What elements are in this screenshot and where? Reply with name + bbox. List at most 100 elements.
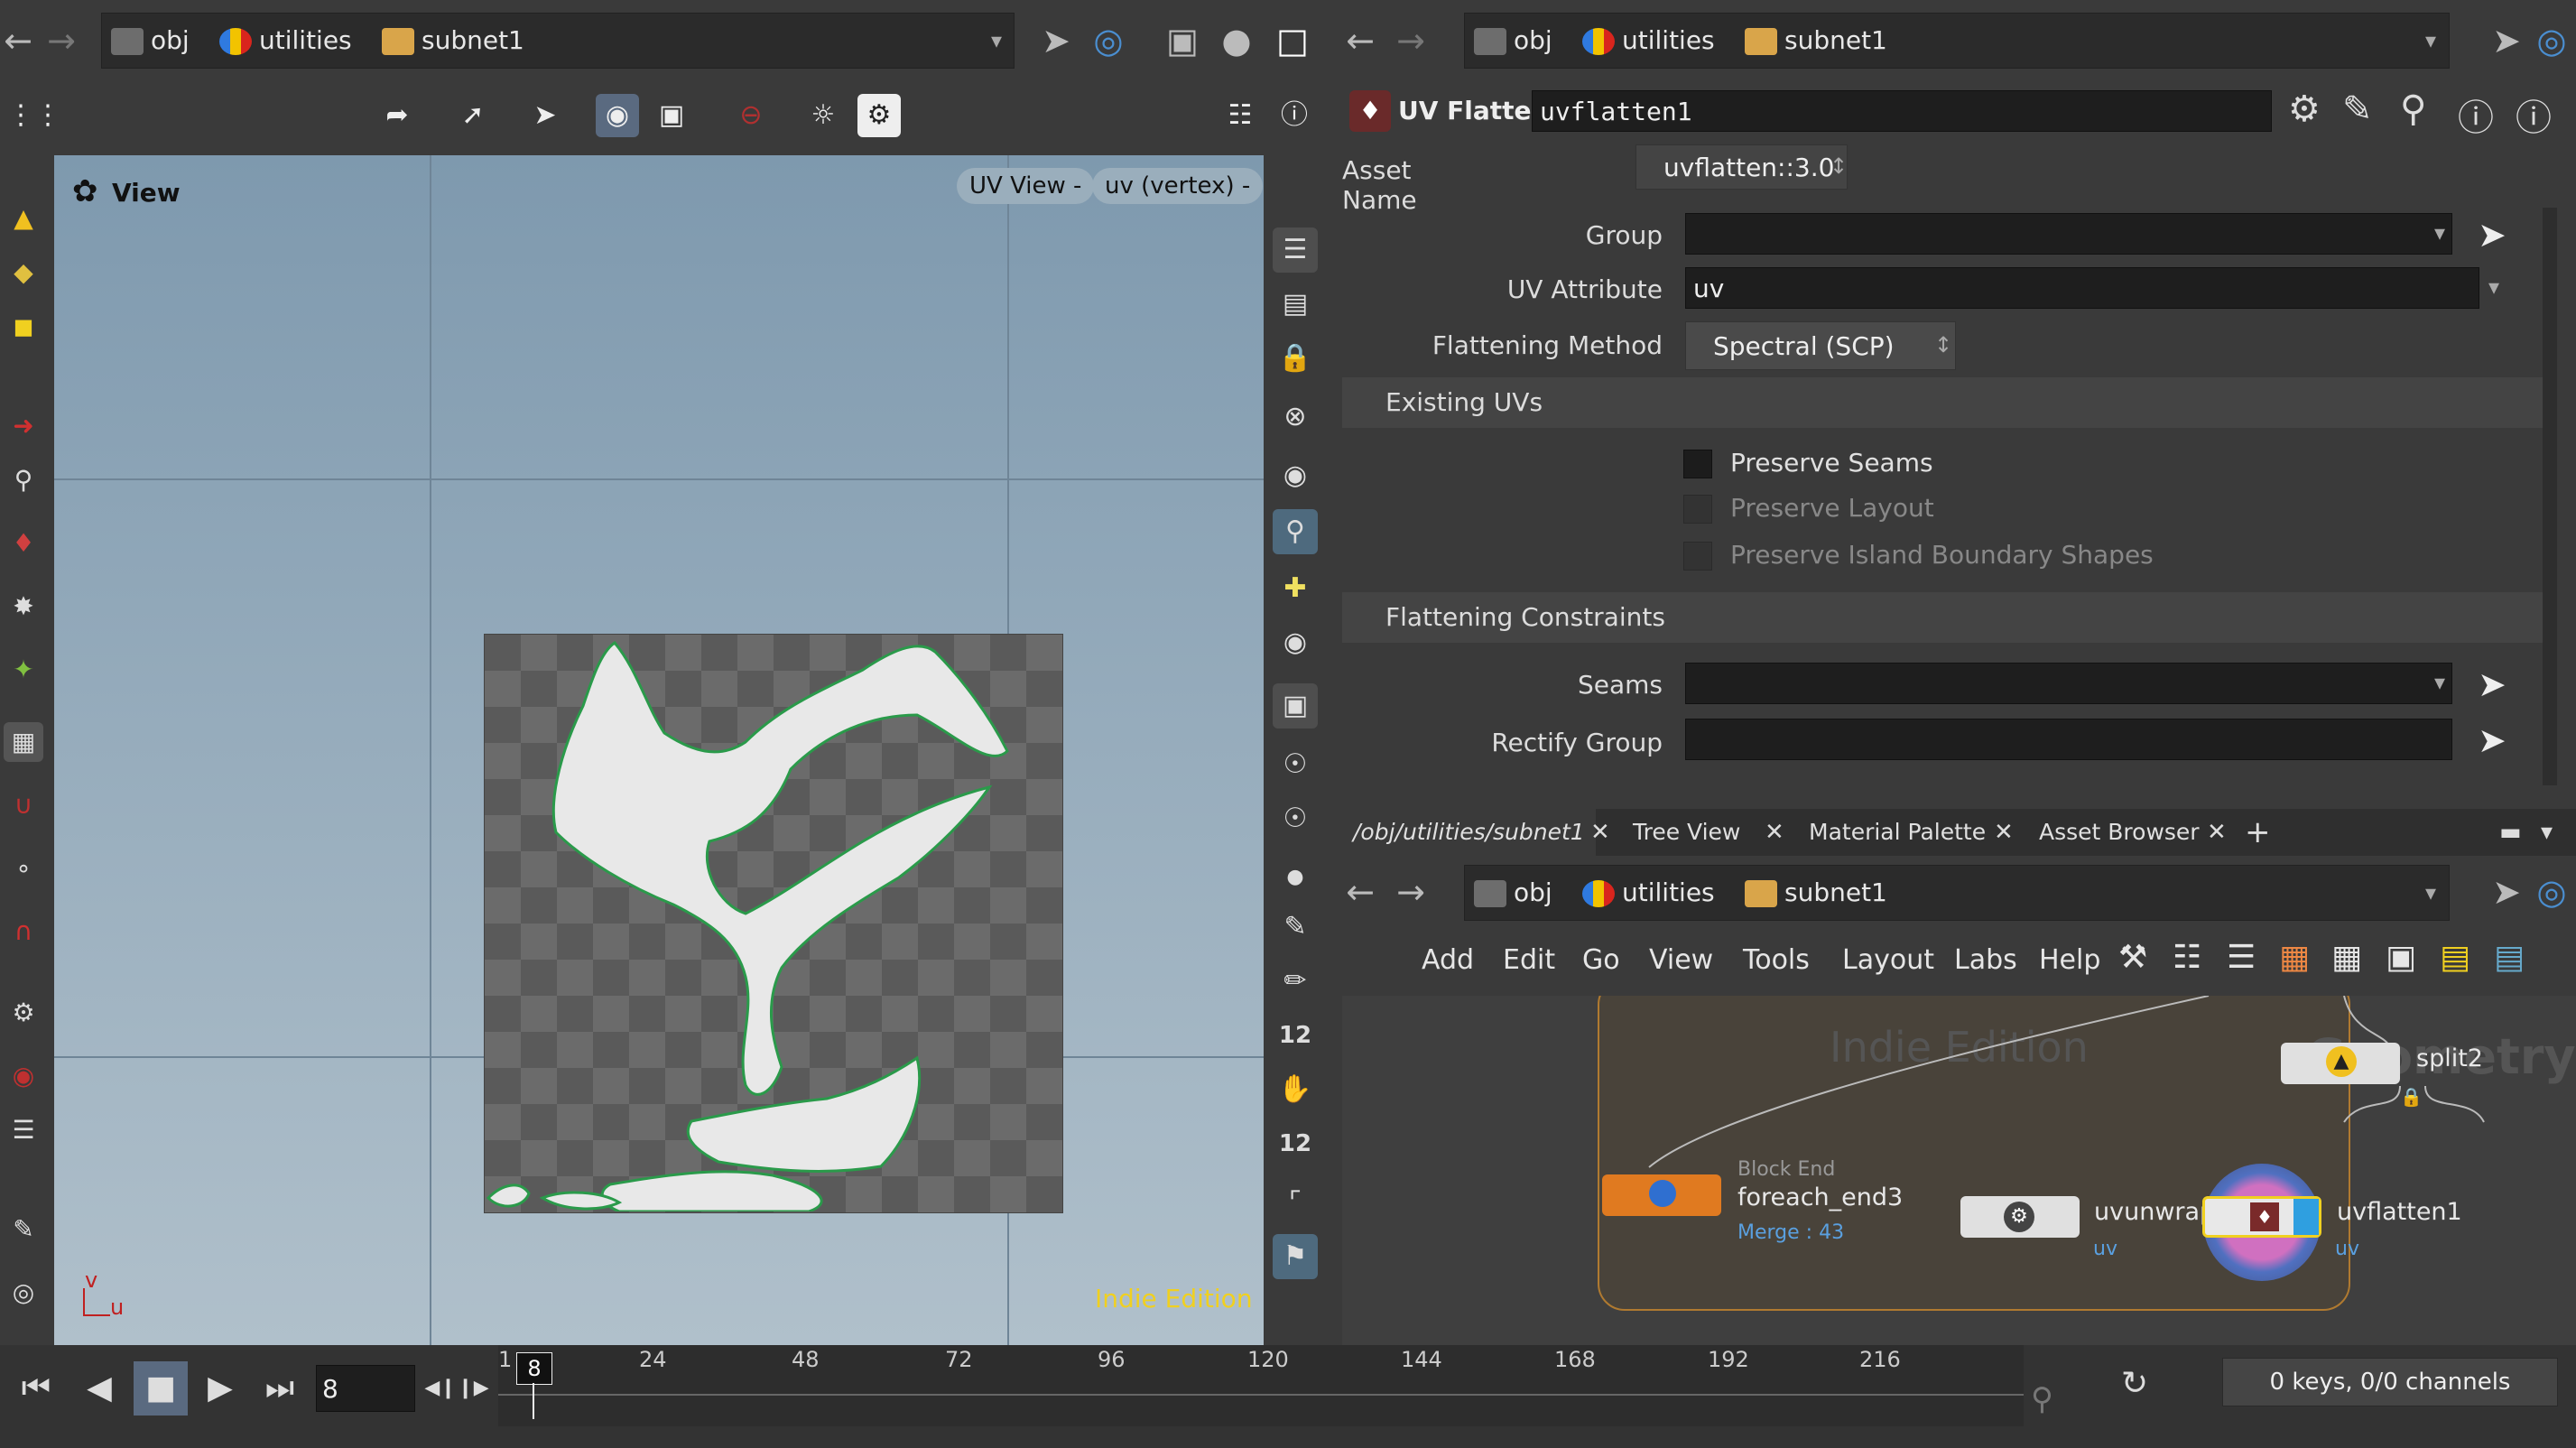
display-layers-icon[interactable]: ☰	[1273, 227, 1318, 273]
grid-view-icon[interactable]: ▦	[2331, 939, 2362, 976]
keys-channels-status[interactable]: 0 keys, 0/0 channels	[2222, 1358, 2558, 1406]
light-bulb-icon[interactable]: ⚲	[1273, 509, 1318, 554]
menu-edit[interactable]: Edit	[1503, 944, 1555, 976]
close-circle-icon[interactable]: ⊗	[1273, 394, 1318, 440]
param-scrollbar[interactable]	[2543, 208, 2557, 785]
color-palette-icon[interactable]: ▦	[2279, 939, 2310, 976]
menu-layout[interactable]: Layout	[1842, 944, 1934, 976]
tab-network-path[interactable]: /obj/utilities/subnet1	[1342, 809, 1596, 856]
menu-go[interactable]: Go	[1582, 944, 1620, 976]
close-tab-icon[interactable]: ✕	[2207, 809, 2227, 856]
select-prims-icon[interactable]: ◼	[4, 307, 43, 347]
flattening-method-menu[interactable]: Spectral (SCP)	[1685, 321, 1956, 370]
link-icon[interactable]: ◎	[2534, 23, 2570, 59]
tab-asset-browser[interactable]: Asset Browser	[2028, 809, 2210, 856]
jump-end-icon[interactable]: ⏭	[253, 1361, 307, 1416]
snap-magnet-icon[interactable]: ∩	[4, 912, 43, 951]
close-tab-icon[interactable]: ✕	[1765, 809, 1784, 856]
number-display-icon[interactable]: 12	[1273, 1013, 1318, 1058]
eye-icon[interactable]: ☉	[1273, 742, 1318, 787]
crumb-utilities[interactable]: utilities	[219, 14, 352, 68]
gear-tool-icon[interactable]: ⚙	[4, 993, 43, 1033]
pin-icon[interactable]: ➤	[1038, 23, 1074, 59]
flattening-method-spinner-icon[interactable]: ↕	[1934, 332, 1952, 357]
path-dropdown-icon[interactable]: ▾	[2425, 880, 2436, 905]
existing-uvs-section[interactable]: Existing UVs	[1342, 377, 2543, 428]
settings-icon[interactable]: ⚙	[857, 94, 901, 137]
help-icon[interactable]: ⓘ	[2516, 88, 2552, 141]
back-arrow-icon[interactable]: ←	[1342, 23, 1378, 59]
crumb-subnet[interactable]: subnet1	[1745, 14, 1887, 68]
wrench-icon[interactable]: ⚒	[2118, 939, 2147, 976]
eye-camera-icon[interactable]: ☉	[1273, 796, 1318, 841]
camera-icon[interactable]: ◉	[596, 94, 639, 137]
layers-icon[interactable]: ☰	[4, 1110, 43, 1150]
camera-roll-icon[interactable]: ◎	[4, 1273, 43, 1313]
close-tab-icon[interactable]: ✕	[1590, 809, 1610, 856]
tab-material-palette[interactable]: Material Palette	[1798, 809, 1997, 856]
list-icon[interactable]: ☰	[2227, 939, 2256, 976]
uv-map-icon[interactable]: ▤	[1273, 282, 1318, 327]
select-points-icon[interactable]: ▲	[4, 199, 43, 238]
sync-icon[interactable]: ↻	[2121, 1365, 2148, 1402]
link-icon[interactable]: ◎	[1090, 23, 1126, 59]
forward-arrow-icon[interactable]: →	[43, 23, 79, 59]
rectify-group-input[interactable]	[1685, 719, 2452, 760]
asset-name-spinner-icon[interactable]: ↕	[1830, 153, 1848, 179]
uv-viewport[interactable]: ✿ View UV View - uv (vertex) - Indie Edit…	[54, 155, 1264, 1345]
pane-menu-icon[interactable]: ▾	[2541, 809, 2553, 856]
users-icon[interactable]: ☷	[1219, 94, 1262, 137]
uv-edit-icon[interactable]: ▦	[4, 722, 43, 762]
pin-icon[interactable]: ➤	[2488, 23, 2525, 59]
snapshot-icon[interactable]: ▣	[650, 94, 693, 137]
pane-layout-icon[interactable]: ▬	[2499, 809, 2522, 856]
notes-icon[interactable]: ✎	[4, 1210, 43, 1249]
background-icon[interactable]: □	[1274, 23, 1311, 59]
network-box-icon[interactable]: ▣	[2386, 939, 2416, 976]
back-arrow-icon[interactable]: ←	[0, 23, 36, 59]
asset-name-menu[interactable]: uvflatten::3.0	[1635, 144, 1848, 190]
seams-dropdown-icon[interactable]: ▾	[2434, 670, 2445, 695]
group-input[interactable]	[1685, 213, 2452, 255]
uvflatten-node[interactable]: ♦	[2202, 1196, 2321, 1238]
gear-icon[interactable]: ⚙	[2288, 88, 2321, 130]
back-arrow-icon[interactable]: ←	[1342, 874, 1378, 910]
frame-step-back-icon[interactable]: ◀❙	[424, 1361, 457, 1416]
jump-start-icon[interactable]: ⏮	[9, 1361, 63, 1416]
play-button[interactable]: ▶	[193, 1361, 247, 1416]
rectify-select-arrow-icon[interactable]: ➤	[2478, 720, 2507, 760]
close-tab-icon[interactable]: ✕	[1994, 809, 2014, 856]
tree-icon[interactable]: ☷	[2173, 939, 2201, 976]
add-tab-icon[interactable]: +	[2245, 809, 2271, 856]
forward-arrow-icon[interactable]: →	[1393, 23, 1429, 59]
flattening-constraints-section[interactable]: Flattening Constraints	[1342, 592, 2543, 643]
timeline-scrubber[interactable]: 1 24 48 72 96 120 144 168 192 216 8	[498, 1345, 2024, 1426]
corner-icon[interactable]: ⌜	[1273, 1180, 1318, 1225]
key-icon[interactable]: ⚲	[2031, 1381, 2053, 1417]
pick-tool-icon[interactable]: ➚	[451, 94, 495, 137]
hand-icon[interactable]: ✋	[1273, 1067, 1318, 1112]
crumb-utilities[interactable]: utilities	[1582, 14, 1715, 68]
add-light-icon[interactable]: ✚	[1273, 566, 1318, 611]
record-icon[interactable]: ◉	[4, 1056, 43, 1096]
uv-attribute-dropdown-icon[interactable]: ▾	[2488, 274, 2499, 300]
crumb-subnet[interactable]: subnet1	[382, 14, 524, 68]
snap-icon[interactable]: ∘	[4, 849, 43, 888]
magnet-icon[interactable]: ∪	[4, 785, 43, 825]
uv-attribute-menu[interactable]: uv (vertex) -	[1092, 168, 1264, 204]
menu-help[interactable]: Help	[2039, 944, 2100, 976]
crumb-obj[interactable]: obj	[1474, 866, 1552, 920]
image-icon[interactable]: ▤	[2494, 939, 2525, 976]
select-tool-icon[interactable]: ➦	[375, 94, 419, 137]
path-dropdown-icon[interactable]: ▾	[991, 28, 1002, 53]
link-icon[interactable]: ◎	[2534, 874, 2570, 910]
group-dropdown-icon[interactable]: ▾	[2434, 220, 2445, 246]
pin-icon[interactable]: ➤	[2488, 874, 2525, 910]
checker-cube-icon[interactable]: ▣	[1273, 683, 1318, 729]
display-options-icon[interactable]: ▣	[1164, 23, 1200, 59]
info-icon[interactable]: ⓘ	[2458, 88, 2494, 141]
menu-view[interactable]: View	[1649, 944, 1713, 976]
pen-icon[interactable]: ✏	[1273, 959, 1318, 1004]
split-node[interactable]: ▲	[2281, 1043, 2400, 1084]
path-bar[interactable]: obj utilities subnet1 ▾	[101, 13, 1015, 69]
